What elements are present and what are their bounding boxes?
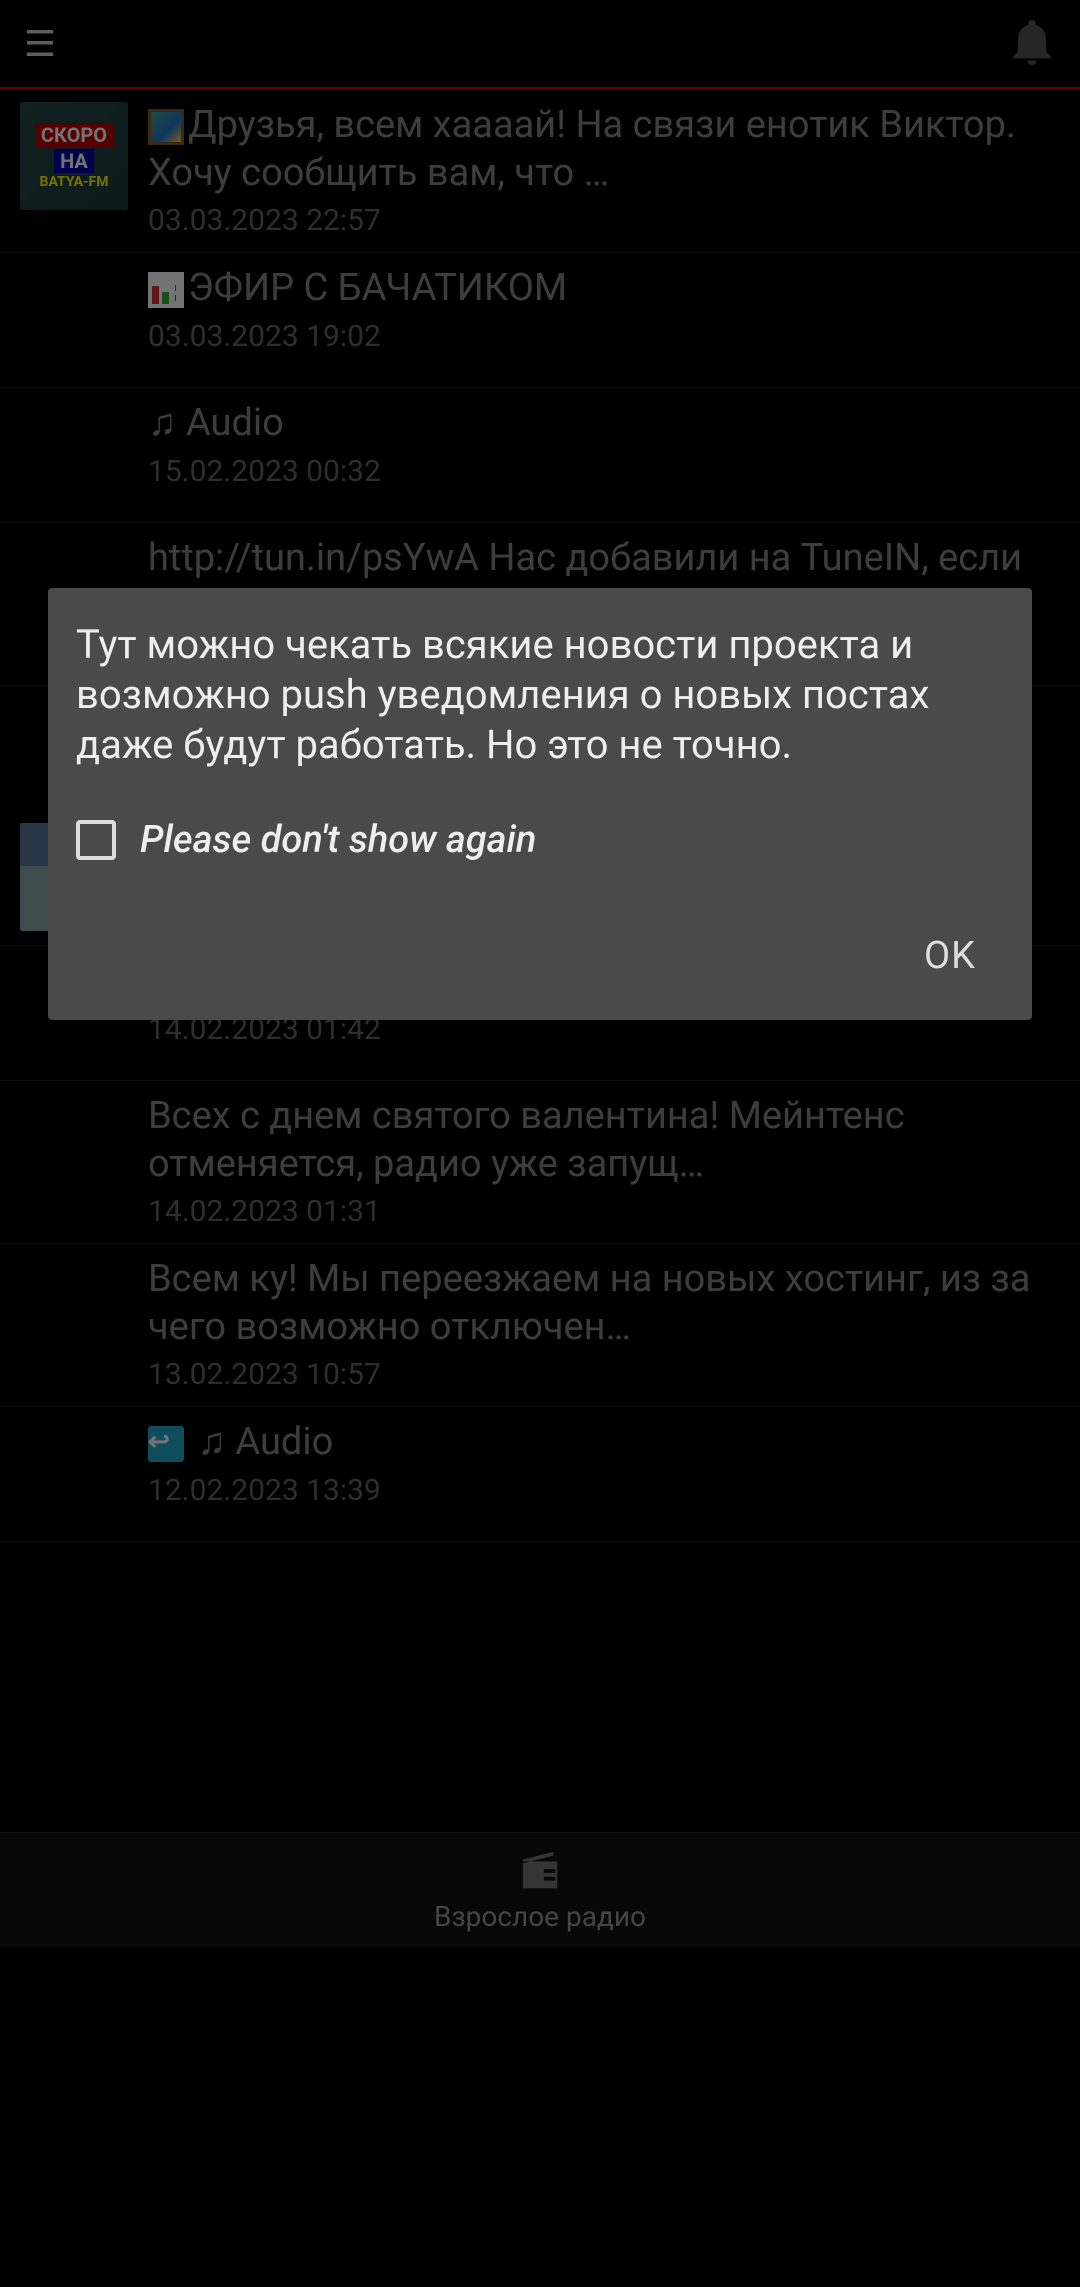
checkbox-label: Please don't show again <box>140 818 536 862</box>
ok-button[interactable]: OK <box>904 922 996 990</box>
dont-show-again-row[interactable]: Please don't show again <box>48 818 1032 862</box>
checkbox-icon[interactable] <box>76 820 116 860</box>
modal-overlay[interactable] <box>0 0 1080 2287</box>
dialog-message: Тут можно чекать всякие новости проекта … <box>48 620 1032 770</box>
info-dialog: Тут можно чекать всякие новости проекта … <box>48 588 1032 1020</box>
